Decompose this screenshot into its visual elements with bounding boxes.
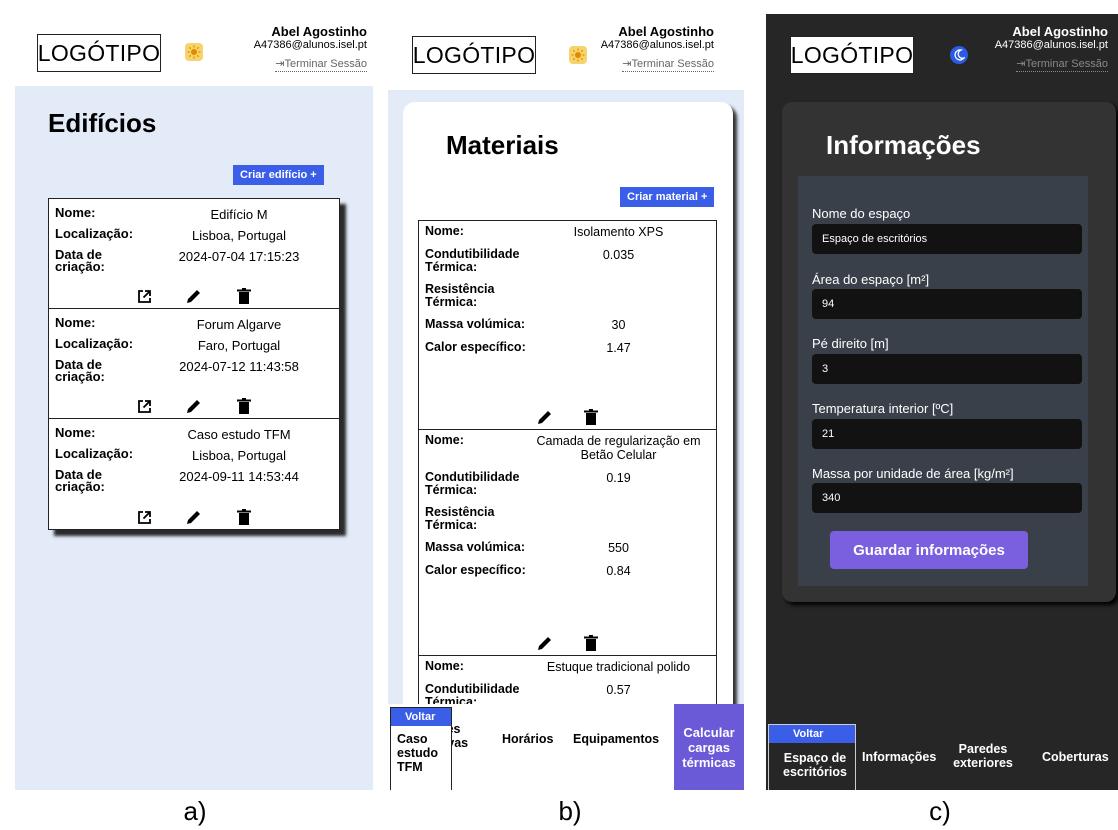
create-building-button[interactable]: Criar edifício + xyxy=(233,165,324,185)
building-card: Nome: Caso estudo TFM Localização: Lisboa,… xyxy=(49,419,339,529)
pencil-icon[interactable] xyxy=(537,409,553,425)
panel-buildings: LOGÓTIPO Abel Agostinho A47386@alunos.is… xyxy=(15,14,373,790)
tab-informacoes[interactable]: Informações xyxy=(862,750,936,764)
moon-icon[interactable] xyxy=(950,46,968,64)
open-external-icon[interactable] xyxy=(136,398,152,414)
trash-icon[interactable] xyxy=(236,509,252,525)
open-external-icon[interactable] xyxy=(136,288,152,304)
buildings-list: Nome: Edifício M Localização: Lisboa, Port… xyxy=(48,198,340,530)
user-name: Abel Agostinho xyxy=(618,24,714,39)
pencil-icon[interactable] xyxy=(186,288,202,304)
tab-equipamentos[interactable]: Equipamentos xyxy=(573,732,659,746)
pencil-icon[interactable] xyxy=(186,398,202,414)
field-label: Nome do espaço xyxy=(812,206,911,221)
create-material-button[interactable]: Criar material + xyxy=(620,187,715,207)
space-area-input[interactable] xyxy=(812,289,1082,319)
tab-coberturas[interactable]: Coberturas xyxy=(1042,750,1109,764)
space-name-input[interactable] xyxy=(812,224,1082,254)
pencil-icon[interactable] xyxy=(186,509,202,525)
logo[interactable]: LOGÓTIPO xyxy=(37,34,161,72)
material-card: Nome: Camada de regularização em Betão Ce… xyxy=(419,430,716,656)
user-name: Abel Agostinho xyxy=(1012,24,1108,39)
back-menu[interactable]: Voltar Espaço de escritórios xyxy=(768,724,856,790)
logo[interactable]: LOGÓTIPO xyxy=(790,36,914,74)
user-info: Abel Agostinho A47386@alunos.isel.pt ⇥Te… xyxy=(601,24,714,72)
back-target[interactable]: Caso estudo TFM xyxy=(391,726,451,774)
caption-b: b) xyxy=(558,796,582,826)
header: LOGÓTIPO Abel Agostinho A47386@alunos.is… xyxy=(15,14,373,86)
panel-materials: LOGÓTIPO Abel Agostinho A47386@alunos.is… xyxy=(388,14,744,790)
back-button[interactable]: Voltar xyxy=(769,725,855,743)
save-info-button[interactable]: Guardar informações xyxy=(830,531,1028,569)
field-label: Área do espaço [m²] xyxy=(812,272,930,287)
calculate-loads-button[interactable]: Calcular cargas térmicas xyxy=(674,704,744,790)
user-email: A47386@alunos.isel.pt xyxy=(600,39,714,51)
sun-icon[interactable] xyxy=(569,46,587,64)
header: LOGÓTIPO Abel Agostinho A47386@alunos.is… xyxy=(766,14,1118,94)
field-label: Temperatura interior [ºC] xyxy=(812,401,954,416)
mass-per-area-input[interactable] xyxy=(812,483,1082,513)
trash-icon[interactable] xyxy=(236,288,252,304)
back-menu[interactable]: Voltar Caso estudo TFM xyxy=(390,707,452,790)
logout-link[interactable]: ⇥Terminar Sessão xyxy=(1016,57,1108,72)
user-email: A47386@alunos.isel.pt xyxy=(994,39,1108,51)
sun-icon[interactable] xyxy=(185,43,203,61)
open-external-icon[interactable] xyxy=(136,509,152,525)
page-title: Informações xyxy=(826,130,981,160)
user-name: Abel Agostinho xyxy=(271,24,367,39)
trash-icon[interactable] xyxy=(236,398,252,414)
ceiling-height-input[interactable] xyxy=(812,354,1082,384)
materials-list: Nome: Isolamento XPS Condutibilidade Térm… xyxy=(418,220,717,742)
info-form: Nome do espaço Área do espaço [m²] Pé di… xyxy=(798,176,1088,586)
trash-icon[interactable] xyxy=(583,409,599,425)
logo[interactable]: LOGÓTIPO xyxy=(412,36,536,74)
panel-information: LOGÓTIPO Abel Agostinho A47386@alunos.is… xyxy=(766,14,1118,790)
page-title: Edifícios xyxy=(48,108,157,138)
material-card: Nome: Isolamento XPS Condutibilidade Térm… xyxy=(419,221,716,430)
logout-link[interactable]: ⇥Terminar Sessão xyxy=(275,57,367,72)
caption-c: c) xyxy=(929,796,951,826)
user-info: Abel Agostinho A47386@alunos.isel.pt ⇥Te… xyxy=(995,24,1108,72)
back-button[interactable]: Voltar xyxy=(391,708,451,726)
user-info: Abel Agostinho A47386@alunos.isel.pt ⇥Te… xyxy=(254,24,367,72)
field-label: Massa por unidade de área [kg/m²] xyxy=(812,466,1014,481)
building-card: Nome: Edifício M Localização: Lisboa, Port… xyxy=(49,199,339,309)
pencil-icon[interactable] xyxy=(537,635,553,651)
user-email: A47386@alunos.isel.pt xyxy=(253,39,367,51)
header: LOGÓTIPO Abel Agostinho A47386@alunos.is… xyxy=(388,14,744,90)
field-label: Pé direito [m] xyxy=(812,336,889,351)
bottom-nav: ções utivas Horários Equipamentos Calcul… xyxy=(388,704,744,790)
trash-icon[interactable] xyxy=(583,635,599,651)
logout-link[interactable]: ⇥Terminar Sessão xyxy=(622,57,714,72)
bottom-nav: Informações Paredes exteriores Cobertura… xyxy=(766,724,1118,790)
page-title: Materiais xyxy=(446,130,559,160)
tab-paredes-exteriores[interactable]: Paredes exteriores xyxy=(946,742,1020,770)
back-target[interactable]: Espaço de escritórios xyxy=(769,743,855,779)
building-card: Nome: Forum Algarve Localização: Faro, Por… xyxy=(49,309,339,419)
caption-a: a) xyxy=(183,796,207,826)
interior-temperature-input[interactable] xyxy=(812,419,1082,449)
tab-horarios[interactable]: Horários xyxy=(502,732,553,746)
